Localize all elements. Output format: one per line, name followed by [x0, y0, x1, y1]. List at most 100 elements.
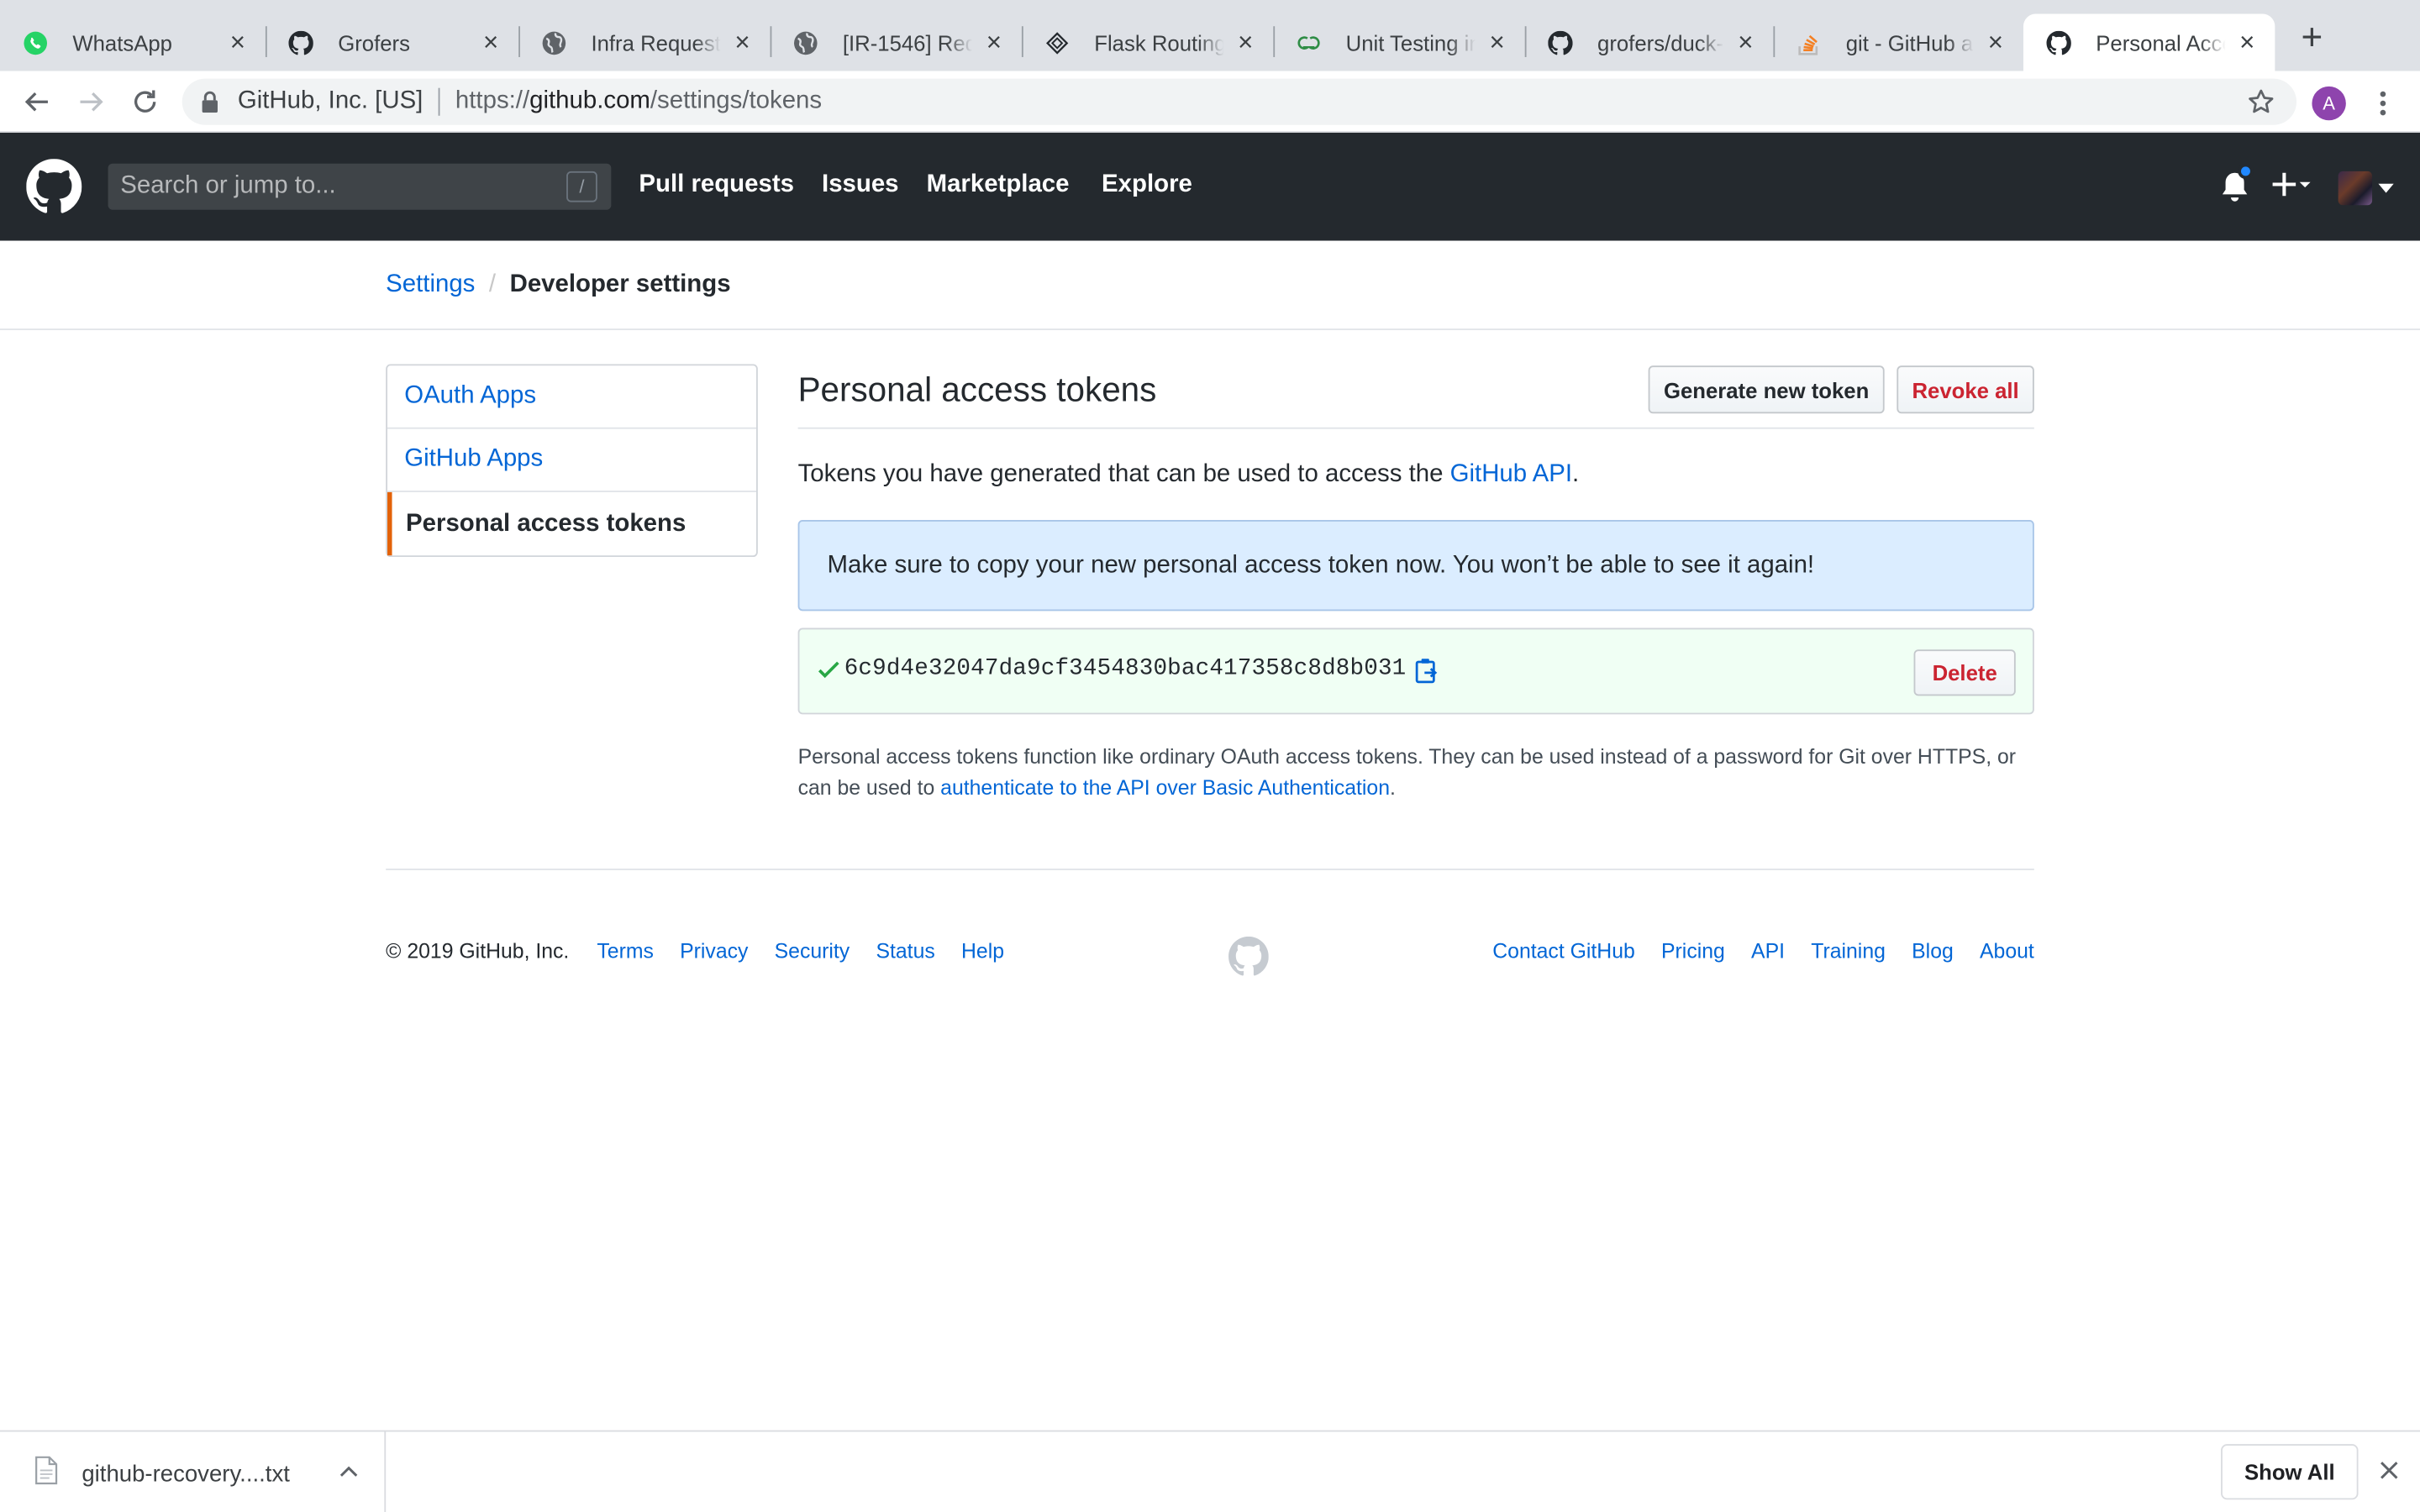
- tab-ir-1546[interactable]: [IR-1546] Requ ×: [771, 14, 1022, 71]
- show-all-downloads-button[interactable]: Show All: [2221, 1444, 2359, 1500]
- file-icon: [34, 1455, 58, 1486]
- user-avatar: [2338, 171, 2373, 206]
- footer-link-help[interactable]: Help: [961, 940, 1004, 963]
- globe-icon: [793, 30, 818, 55]
- reload-button[interactable]: [124, 81, 166, 123]
- new-tab-button[interactable]: +: [2293, 19, 2330, 59]
- back-button[interactable]: [15, 81, 58, 123]
- footer-divider: [386, 869, 2034, 870]
- token-value[interactable]: 6c9d4e32047da9cf3454830bac417358c8d8b031: [844, 656, 1407, 682]
- github-icon: [288, 29, 313, 55]
- close-icon[interactable]: ×: [1485, 29, 1509, 55]
- nav-marketplace[interactable]: Marketplace: [927, 171, 1070, 199]
- tab-title: [IR-1546] Requ: [842, 29, 972, 55]
- browser-menu-icon[interactable]: [2370, 87, 2395, 120]
- footer-link-contact[interactable]: Contact GitHub: [1492, 940, 1635, 963]
- github-api-link[interactable]: GitHub API: [1450, 461, 1572, 487]
- search-shortcut-badge: /: [566, 171, 597, 202]
- intro-text: Tokens you have generated that can be us…: [798, 461, 1580, 489]
- back-arrow-icon: [24, 92, 48, 112]
- geeksforgeeks-icon: [1297, 30, 1321, 55]
- delete-token-button[interactable]: Delete: [1913, 649, 2016, 696]
- footer-link-status[interactable]: Status: [876, 940, 934, 963]
- github-logo-icon[interactable]: [26, 159, 82, 214]
- nav-pull-requests[interactable]: Pull requests: [639, 171, 794, 199]
- tab-grofers[interactable]: Grofers ×: [266, 14, 518, 71]
- generate-new-token-button[interactable]: Generate new token: [1648, 365, 1885, 414]
- bookmark-star-icon[interactable]: [2247, 88, 2275, 123]
- github-header: / Pull requests Issues Marketplace Explo…: [0, 132, 2420, 241]
- chevron-up-icon[interactable]: [338, 1461, 360, 1483]
- footer-link-security[interactable]: Security: [775, 940, 850, 963]
- tab-infra-requests[interactable]: Infra Requests ×: [518, 14, 770, 71]
- unread-indicator: [2238, 163, 2254, 180]
- tab-git-github-auth[interactable]: git - GitHub au ×: [1773, 14, 2023, 71]
- nav-issues[interactable]: Issues: [822, 171, 898, 199]
- user-menu-dropdown[interactable]: [2338, 171, 2397, 206]
- tab-personal-access-tokens[interactable]: Personal Acces ×: [2023, 13, 2275, 71]
- search-input[interactable]: [120, 172, 553, 201]
- plus-icon: [2272, 172, 2311, 197]
- intro-period: .: [1572, 461, 1580, 488]
- tab-title: Grofers: [338, 29, 410, 55]
- forward-button[interactable]: [70, 81, 113, 123]
- page-title: Personal access tokens: [797, 370, 1157, 409]
- flash-notice: Make sure to copy your new personal acce…: [797, 519, 2034, 612]
- close-icon[interactable]: ×: [225, 29, 250, 55]
- footer-link-blog[interactable]: Blog: [1912, 940, 1954, 963]
- address-bar[interactable]: GitHub, Inc. [US] https://github.com/set…: [182, 78, 2297, 125]
- breadcrumb-separator: /: [488, 271, 497, 298]
- footer-link-terms[interactable]: Terms: [597, 940, 654, 963]
- breadcrumb: Settings / Developer settings: [386, 271, 730, 299]
- tab-title: WhatsApp: [72, 29, 172, 55]
- close-icon[interactable]: ×: [981, 29, 1006, 55]
- close-icon[interactable]: ×: [1234, 29, 1258, 55]
- footer-link-pricing[interactable]: Pricing: [1661, 940, 1725, 963]
- tab-unit-testing[interactable]: Unit Testing in ×: [1273, 14, 1524, 71]
- footer-right: Contact GitHub Pricing API Training Blog…: [1466, 940, 2034, 963]
- github-mark-icon[interactable]: [1228, 936, 1269, 977]
- github-icon: [2046, 29, 2071, 55]
- reload-icon: [134, 90, 156, 113]
- sidebar-item-oauth-apps[interactable]: OAuth Apps: [387, 365, 757, 429]
- url-scheme: https://: [455, 87, 530, 114]
- close-icon[interactable]: ×: [2235, 29, 2260, 55]
- close-icon[interactable]: ×: [1733, 29, 1758, 55]
- close-icon[interactable]: ×: [478, 29, 502, 55]
- close-icon[interactable]: ×: [1983, 29, 2007, 55]
- profile-avatar[interactable]: A: [2312, 86, 2346, 121]
- tab-whatsapp[interactable]: WhatsApp ×: [0, 14, 266, 71]
- intro-sentence: Tokens you have generated that can be us…: [797, 461, 1450, 488]
- site-identity-label: GitHub, Inc. [US]: [237, 87, 424, 114]
- download-item[interactable]: github-recovery....txt: [0, 1431, 387, 1512]
- footer-link-about[interactable]: About: [1980, 940, 2034, 963]
- tab-title: Personal Acces: [2096, 29, 2225, 55]
- breadcrumb-bar: Settings / Developer settings: [0, 241, 2420, 331]
- screen: WhatsApp × Grofers × Infra Requests × [I…: [0, 0, 2420, 1512]
- basic-auth-link[interactable]: authenticate to the API over Basic Authe…: [940, 776, 1390, 800]
- footer-link-api[interactable]: API: [1751, 940, 1785, 963]
- footer-link-training[interactable]: Training: [1811, 940, 1886, 963]
- browser-toolbar: GitHub, Inc. [US] https://github.com/set…: [0, 71, 2420, 133]
- notifications-bell-icon[interactable]: [2219, 163, 2254, 203]
- nav-explore[interactable]: Explore: [1102, 171, 1192, 199]
- close-icon[interactable]: ×: [730, 29, 755, 55]
- footer-link-privacy[interactable]: Privacy: [680, 940, 748, 963]
- close-icon[interactable]: [2378, 1460, 2400, 1482]
- create-new-dropdown[interactable]: [2270, 166, 2313, 203]
- url-host: github.com: [529, 87, 650, 114]
- sidebar-item-github-apps[interactable]: GitHub Apps: [387, 429, 757, 492]
- new-token-row: 6c9d4e32047da9cf3454830bac417358c8d8b031…: [797, 627, 2034, 715]
- developer-settings-menu: OAuth Apps GitHub Apps Personal access t…: [386, 364, 758, 558]
- breadcrumb-settings-link[interactable]: Settings: [386, 271, 475, 299]
- tab-title: grofers/duck-t: [1597, 29, 1724, 55]
- url-path: /settings/tokens: [650, 87, 823, 114]
- download-shelf: github-recovery....txt Show All: [0, 1430, 2420, 1512]
- tab-title: Unit Testing in: [1345, 29, 1476, 55]
- sidebar-item-personal-access-tokens[interactable]: Personal access tokens: [387, 491, 756, 556]
- clipboard-copy-icon[interactable]: [1413, 657, 1438, 685]
- tab-grofers-duck[interactable]: grofers/duck-t ×: [1525, 14, 1774, 71]
- revoke-all-button[interactable]: Revoke all: [1897, 365, 2034, 414]
- tab-flask-routing[interactable]: Flask Routing ×: [1022, 14, 1273, 71]
- token-help-note: Personal access tokens function like ord…: [798, 742, 2034, 803]
